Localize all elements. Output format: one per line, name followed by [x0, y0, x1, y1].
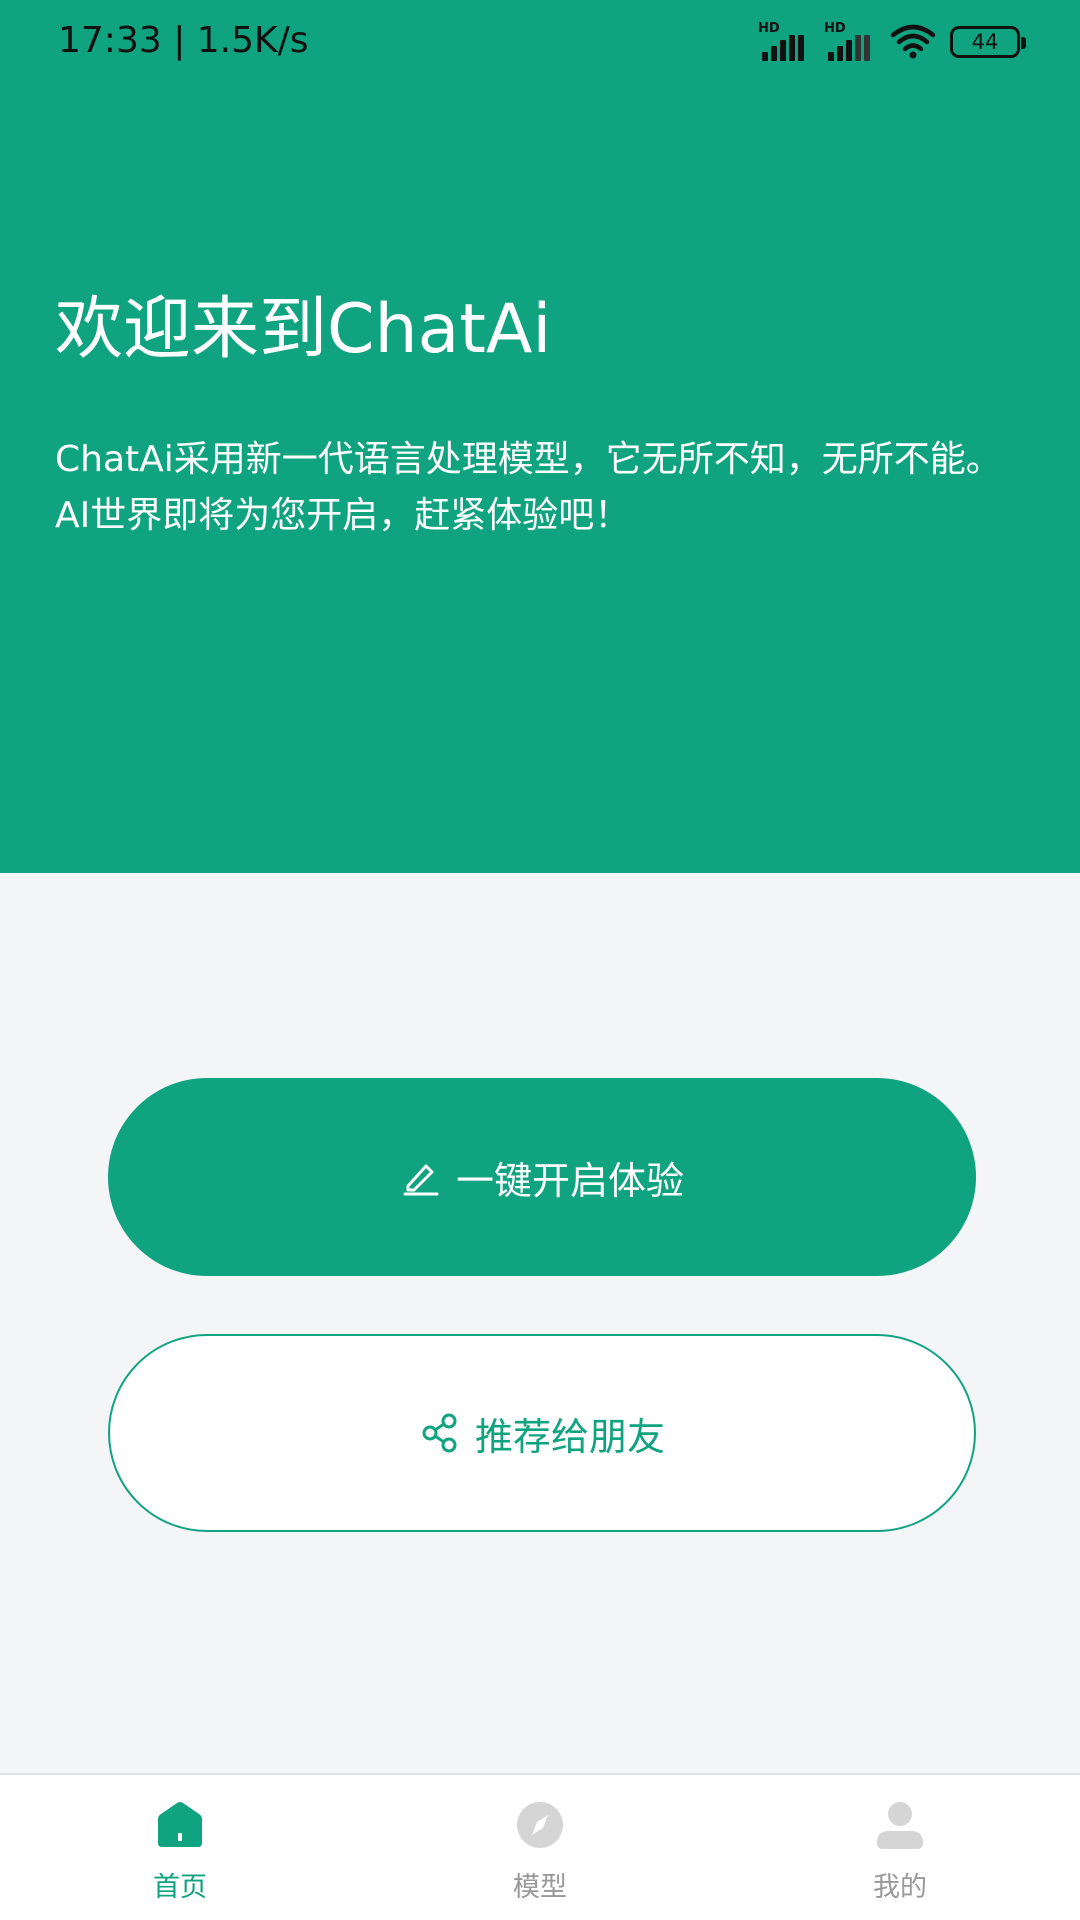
nav-label-model: 模型	[513, 1872, 567, 1903]
welcome-title: 欢迎来到ChatAi	[55, 290, 552, 369]
user-icon	[877, 1802, 923, 1849]
nav-label-mine: 我的	[873, 1872, 927, 1903]
description-line-1: ChatAi采用新一代语言处理模型，它无所不知，无所不能。	[55, 439, 1002, 480]
home-icon	[158, 1802, 202, 1847]
cellular-signal-icon: HD	[758, 21, 810, 61]
nav-item-mine[interactable]: 我的	[720, 1775, 1080, 1920]
signal-hd-label: HD	[758, 21, 780, 36]
nav-item-model[interactable]: 模型	[360, 1775, 720, 1920]
compass-icon	[517, 1802, 563, 1848]
start-experience-label: 一键开启体验	[455, 1158, 684, 1203]
start-experience-button[interactable]: 一键开启体验	[108, 1078, 976, 1276]
recommend-to-friend-label: 推荐给朋友	[474, 1414, 665, 1459]
battery-level: 44	[971, 30, 999, 54]
pencil-icon	[403, 1164, 439, 1196]
signal-hd-label: HD	[824, 21, 846, 36]
wifi-icon	[890, 24, 936, 59]
bottom-navigation: 首页 模型 我的	[0, 1773, 1080, 1920]
hero-banner: 17:33 | 1.5K/s HD HD 44 欢迎来到ChatAi ChatA…	[0, 0, 1080, 873]
status-icons: HD HD 44	[758, 21, 1026, 62]
nav-item-home[interactable]: 首页	[0, 1775, 360, 1920]
description-line-2: AI世界即将为您开启，赶紧体验吧！	[55, 495, 631, 536]
welcome-description: ChatAi采用新一代语言处理模型，它无所不知，无所不能。 AI世界即将为您开启…	[55, 432, 1015, 544]
recommend-to-friend-button[interactable]: 推荐给朋友	[108, 1334, 976, 1532]
status-bar: 17:33 | 1.5K/s HD HD 44	[0, 0, 1080, 86]
share-icon	[422, 1413, 457, 1453]
status-time-speed: 17:33 | 1.5K/s	[58, 20, 309, 61]
battery-icon: 44	[950, 26, 1026, 58]
cellular-signal-icon: HD	[824, 21, 876, 61]
nav-label-home: 首页	[153, 1872, 207, 1903]
